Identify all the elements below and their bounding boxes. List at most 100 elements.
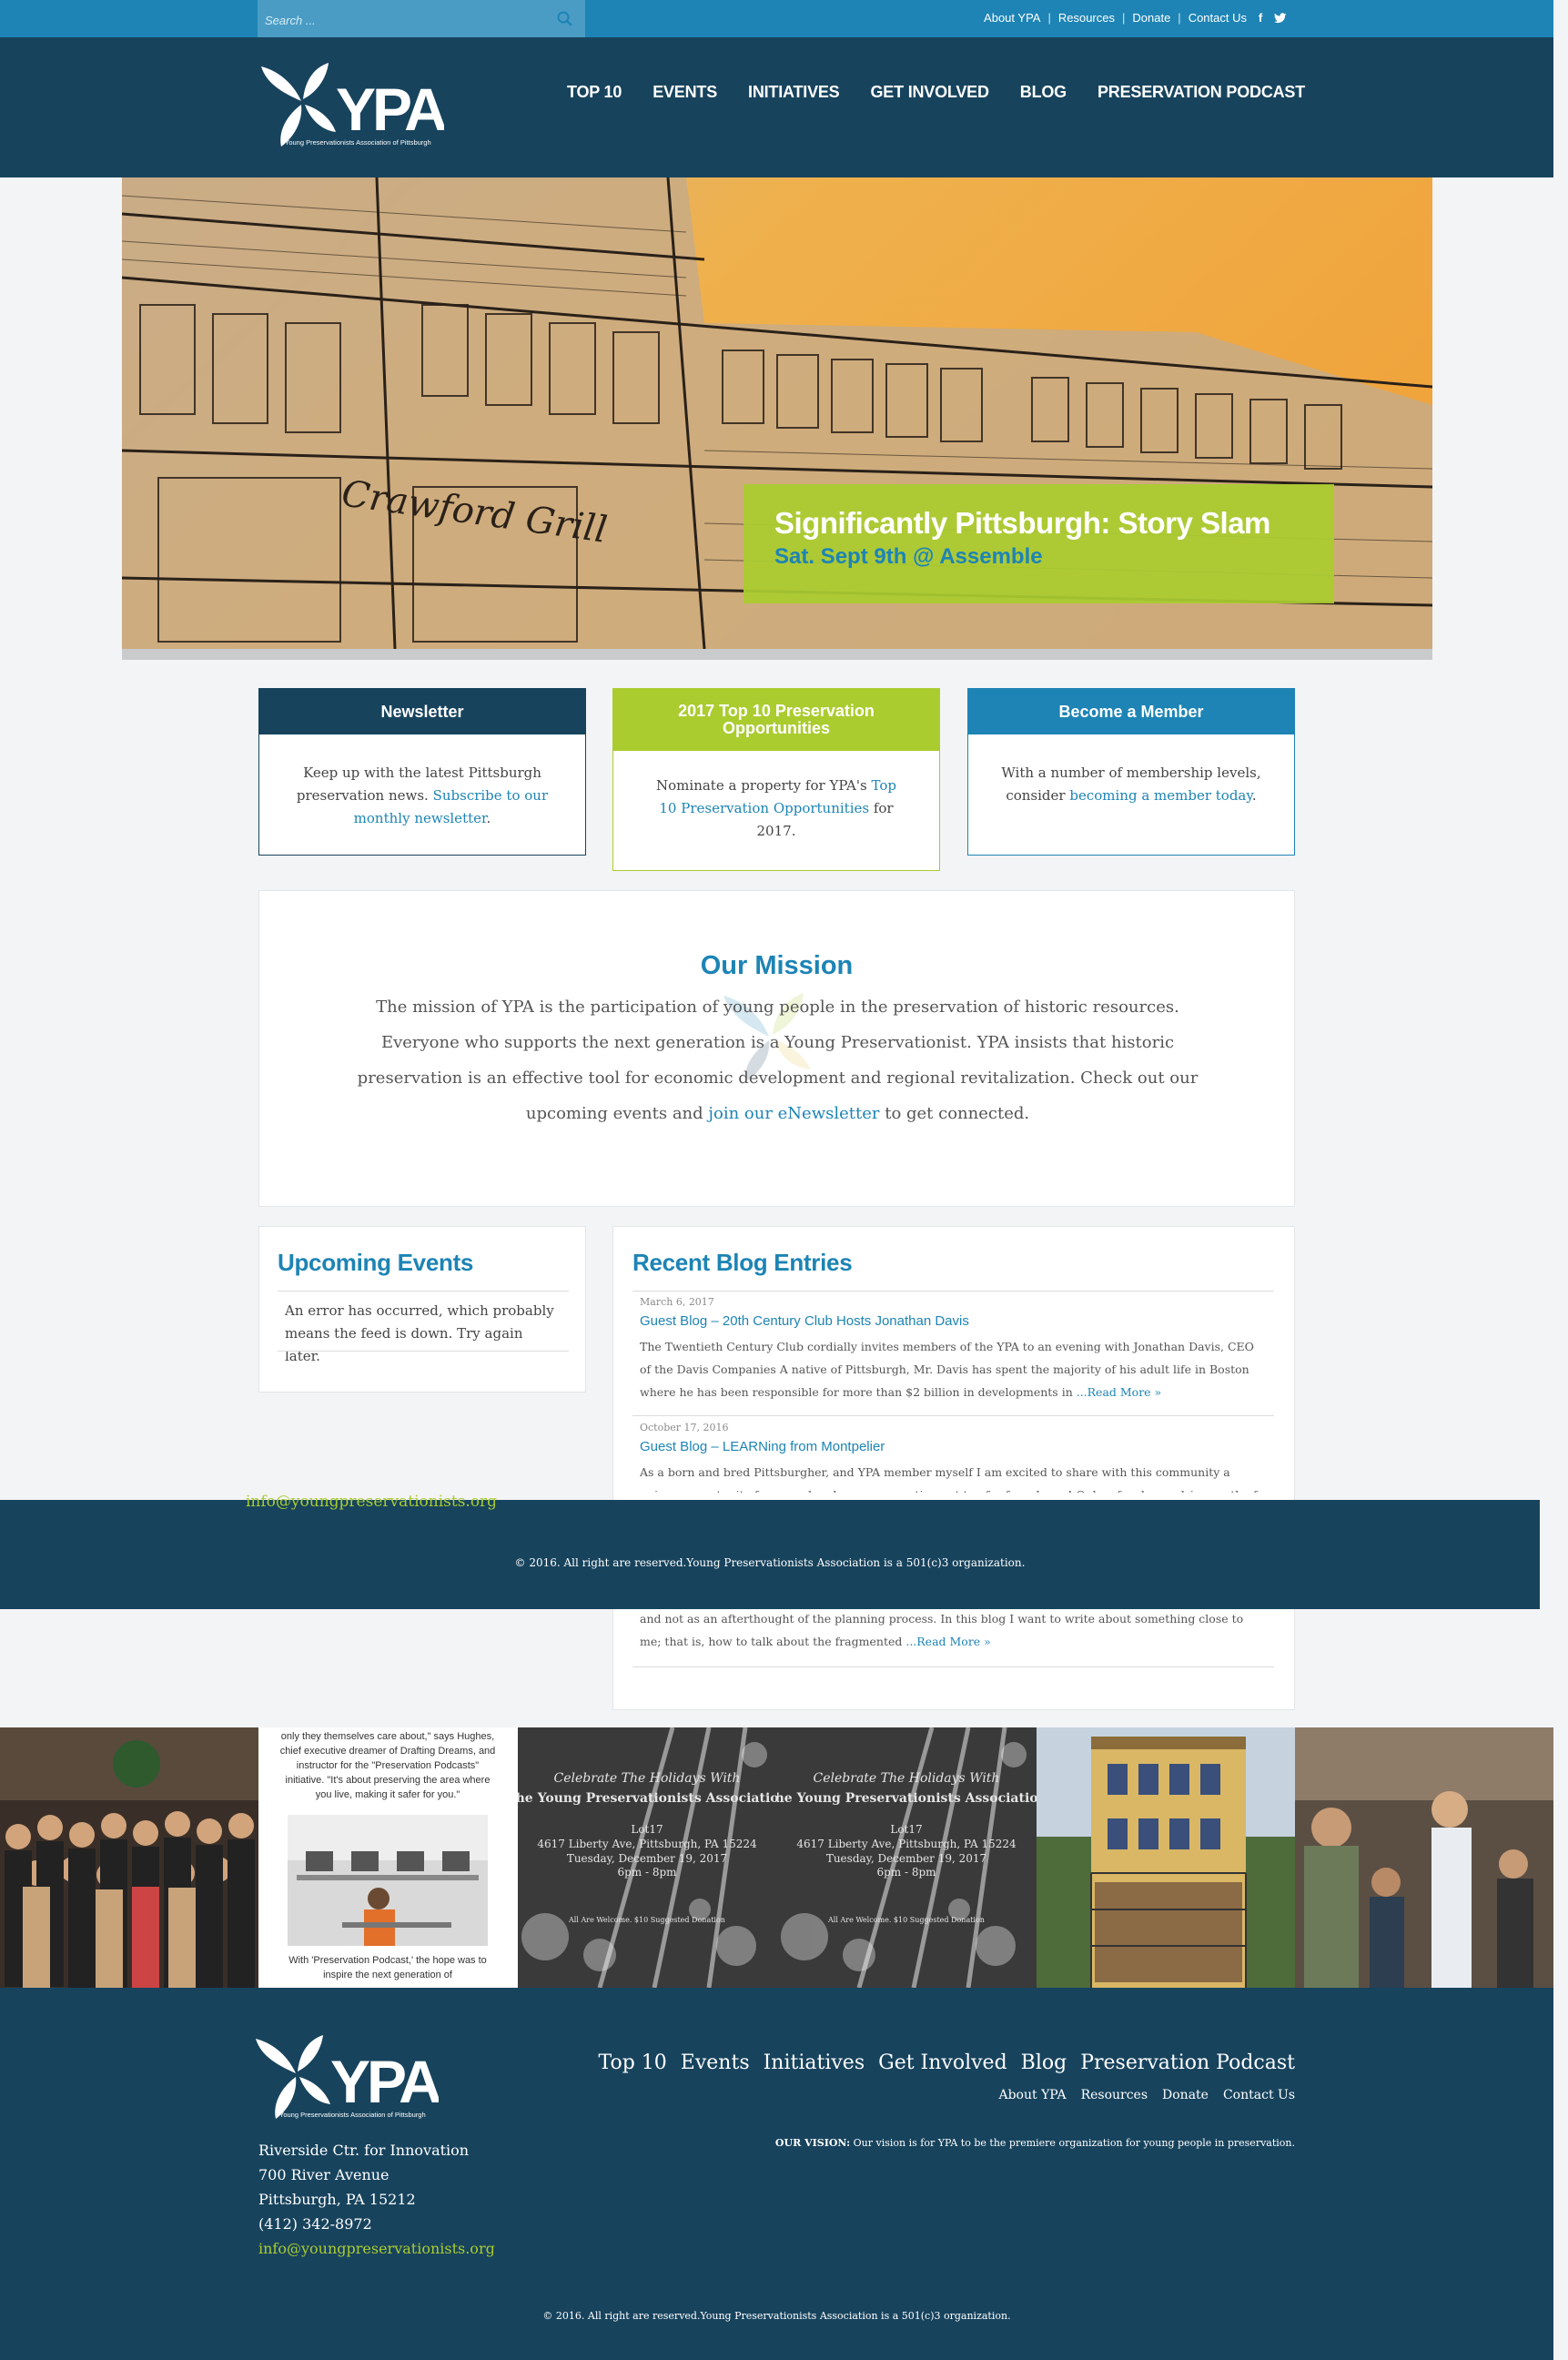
top10-card-title: 2017 Top 10 Preservation Opportunities xyxy=(613,689,939,751)
footer-nav-blog[interactable]: Blog xyxy=(1021,2051,1067,2074)
building-photo-image xyxy=(1037,1727,1295,1988)
building-photo-tile[interactable] xyxy=(1037,1727,1295,1988)
address-line: Riverside Ctr. for Innovation xyxy=(258,2142,470,2159)
nav-get-involved[interactable]: GET INVOLVED xyxy=(871,83,989,102)
site-footer: YPA Young Preservationists Association o… xyxy=(0,1988,1553,2360)
svg-text:6pm - 8pm: 6pm - 8pm xyxy=(617,1866,677,1879)
util-link-resources[interactable]: Resources xyxy=(1058,11,1115,25)
search-input[interactable] xyxy=(265,11,538,29)
footer-link-contact[interactable]: Contact Us xyxy=(1223,2088,1295,2102)
mission-section: Our Mission The mission of YPA is the pa… xyxy=(258,890,1295,1207)
footer-nav-top10[interactable]: Top 10 xyxy=(599,2051,667,2074)
phone-number: (412) 342-8972 xyxy=(258,2215,372,2233)
newsletter-card-title: Newsletter xyxy=(259,689,585,734)
hero-subtitle: Sat. Sept 9th @ Assemble xyxy=(774,544,1043,569)
footer-nav-get-involved[interactable]: Get Involved xyxy=(878,2051,1007,2074)
svg-text:YPA: YPA xyxy=(336,76,444,143)
member-card-title: Become a Member xyxy=(968,689,1294,734)
blog-entry: October 17, 2016 Guest Blog – LEARNing f… xyxy=(640,1422,1268,1493)
photo-group-tile[interactable] xyxy=(0,1727,258,1988)
util-link-about[interactable]: About YPA xyxy=(984,11,1040,25)
nav-events[interactable]: EVENTS xyxy=(652,83,717,102)
divider xyxy=(632,1415,1274,1416)
nav-initiatives[interactable]: INITIATIVES xyxy=(748,83,840,102)
footer-email-link[interactable]: info@youngpreservationists.org xyxy=(258,2240,495,2257)
svg-text:Tuesday, December 19, 2017: Tuesday, December 19, 2017 xyxy=(826,1852,986,1865)
util-link-contact[interactable]: Contact Us xyxy=(1189,11,1247,25)
photo-strip: only they themselves care about," says H… xyxy=(0,1727,1553,1988)
svg-text:4617 Liberty Ave, Pittsburgh,: 4617 Liberty Ave, Pittsburgh, PA 15224 xyxy=(796,1838,1017,1850)
svg-text:YPA: YPA xyxy=(330,2048,439,2115)
footer-nav-events[interactable]: Events xyxy=(681,2051,750,2074)
footer-nav-initiatives[interactable]: Initiatives xyxy=(764,2051,865,2074)
divider xyxy=(278,1351,569,1352)
hero-title: Significantly Pittsburgh: Story Slam xyxy=(774,506,1270,540)
article-caption: With 'Preservation Podcast,' the hope wa… xyxy=(288,1955,487,1980)
blog-entry-title[interactable]: Guest Blog – 20th Century Club Hosts Jon… xyxy=(640,1313,1268,1329)
member-card-body: With a number of membership levels, cons… xyxy=(968,734,1294,835)
recent-blog-widget: Recent Blog Entries March 6, 2017 Guest … xyxy=(612,1226,1295,1710)
footer-utility-links: About YPA Resources Donate Contact Us xyxy=(998,2088,1295,2102)
nav-blog[interactable]: BLOG xyxy=(1020,83,1067,102)
hero-caption[interactable]: Significantly Pittsburgh: Story Slam Sat… xyxy=(744,484,1334,603)
search-box xyxy=(258,0,585,39)
nav-top10[interactable]: TOP 10 xyxy=(567,83,622,102)
email-link[interactable]: info@youngpreservationists.org xyxy=(246,1493,497,1511)
nav-podcast[interactable]: PRESERVATION PODCAST xyxy=(1098,83,1305,102)
blog-entry-excerpt: The Twentieth Century Club cordially inv… xyxy=(640,1335,1268,1403)
holiday-flyer-tile[interactable]: Celebrate The Holidays With The Young Pr… xyxy=(518,1727,777,1988)
blog-entry-excerpt: As a born and bred Pittsburgher, and YPA… xyxy=(640,1465,1257,1493)
address-line: Pittsburgh, PA 15212 xyxy=(258,2191,416,2208)
divider xyxy=(632,1666,1274,1667)
event-photo-tile[interactable] xyxy=(1295,1727,1553,1988)
overlay-footer-band: info@youngpreservationists.org © 2016. A… xyxy=(0,1493,1540,1609)
read-more-link[interactable]: ...Read More » xyxy=(905,1635,990,1648)
svg-text:All Are Welcome. $10 Suggested: All Are Welcome. $10 Suggested Donation xyxy=(827,1916,985,1924)
svg-text:The Young Preservationists Ass: The Young Preservationists Association xyxy=(777,1791,1037,1806)
events-error-message: An error has occurred, which probably me… xyxy=(285,1302,554,1364)
footer-link-resources[interactable]: Resources xyxy=(1081,2088,1148,2102)
footer-link-about[interactable]: About YPA xyxy=(998,2088,1066,2102)
mission-text: The mission of YPA is the participation … xyxy=(339,989,1216,1131)
join-enewsletter-link[interactable]: join our eNewsletter xyxy=(708,1104,879,1123)
top10-card: 2017 Top 10 Preservation Opportunities N… xyxy=(612,688,940,871)
become-member-link[interactable]: becoming a member today xyxy=(1069,787,1252,804)
footer-navigation: Top 10 Events Initiatives Get Involved B… xyxy=(599,2051,1295,2074)
blog-entry-title[interactable]: Guest Blog – LEARNing from Montpelier xyxy=(640,1439,1268,1454)
read-more-link[interactable]: ...Read More » xyxy=(1077,1385,1161,1399)
twitter-icon[interactable] xyxy=(1274,12,1287,25)
newsletter-card-after: . xyxy=(486,810,491,826)
svg-text:4617 Liberty Ave, Pittsburgh,: 4617 Liberty Ave, Pittsburgh, PA 15224 xyxy=(537,1838,757,1850)
event-photo-image xyxy=(1295,1727,1553,1988)
main-navigation: TOP 10 EVENTS INITIATIVES GET INVOLVED B… xyxy=(567,83,1305,102)
member-card-after: . xyxy=(1251,787,1257,804)
group-photo-image xyxy=(0,1727,258,1988)
blog-entry-excerpt: and not as an afterthought of the planni… xyxy=(640,1607,1268,1653)
svg-text:Young Preservationists Associa: Young Preservationists Association of Pi… xyxy=(285,138,431,147)
utility-links: About YPA | Resources | Donate | Contact Us… xyxy=(984,11,1287,25)
svg-text:Celebrate The Holidays With: Celebrate The Holidays With xyxy=(814,1771,1000,1786)
facebook-icon[interactable]: f xyxy=(1254,11,1267,25)
mission-after: to get connected. xyxy=(879,1104,1030,1123)
holiday-flyer-tile[interactable]: Celebrate The Holidays With The Young Pr… xyxy=(777,1727,1037,1988)
svg-text:6pm - 8pm: 6pm - 8pm xyxy=(876,1866,936,1879)
footer-nav-podcast[interactable]: Preservation Podcast xyxy=(1080,2051,1295,2074)
member-card: Become a Member With a number of members… xyxy=(967,688,1295,856)
blog-entry-excerpt-text: The Twentieth Century Club cordially inv… xyxy=(640,1340,1254,1399)
blog-entry: March 6, 2017 Guest Blog – 20th Century … xyxy=(640,1296,1268,1403)
ypa-logo[interactable]: YPA Young Preservationists Association o… xyxy=(258,57,444,148)
search-icon[interactable] xyxy=(556,10,574,28)
copyright-text: © 2016. All right are reserved.Young Pre… xyxy=(514,1556,1026,1569)
footer-link-donate[interactable]: Donate xyxy=(1162,2088,1209,2102)
blog-entry-date: March 6, 2017 xyxy=(640,1296,714,1308)
svg-text:Young Preservationists Associa: Young Preservationists Association of Pi… xyxy=(279,2111,426,2119)
util-link-donate[interactable]: Donate xyxy=(1132,11,1170,25)
footer-ypa-logo[interactable]: YPA Young Preservationists Association o… xyxy=(252,2030,439,2121)
podcast-article-tile[interactable]: only they themselves care about," says H… xyxy=(258,1727,518,1988)
address-line: 700 River Avenue xyxy=(258,2166,389,2183)
site-header: YPA Young Preservationists Association o… xyxy=(0,37,1553,177)
top-utility-bar: About YPA| Resources| Donate| Contact Us… xyxy=(0,0,1553,39)
svg-text:Lot17: Lot17 xyxy=(631,1823,663,1836)
svg-text:All Are Welcome. $10 Suggested: All Are Welcome. $10 Suggested Donation xyxy=(568,1916,725,1924)
events-title: Upcoming Events xyxy=(278,1249,474,1276)
